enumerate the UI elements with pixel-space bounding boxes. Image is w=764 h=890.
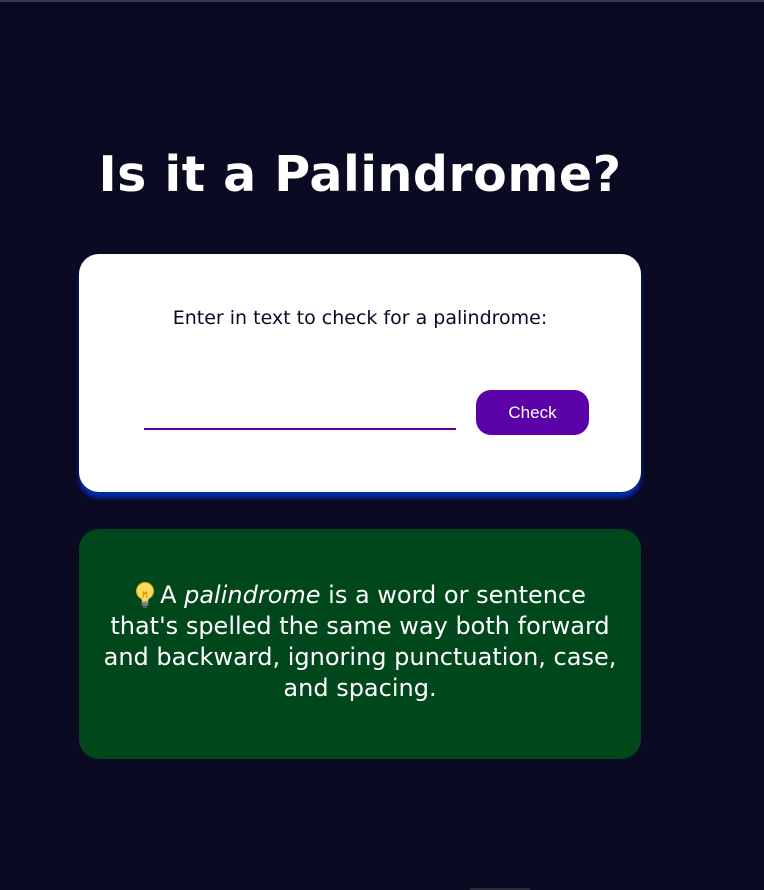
definition-term: palindrome — [184, 581, 321, 609]
palindrome-definition-card: A palindrome is a word or sentence that'… — [79, 529, 641, 759]
lightbulb-icon — [136, 582, 155, 608]
input-label: Enter in text to check for a palindrome: — [172, 307, 548, 329]
palindrome-checker-card: Enter in text to check for a palindrome:… — [79, 254, 641, 492]
window-top-edge — [0, 0, 764, 2]
page-title: Is it a Palindrome? — [98, 146, 622, 203]
check-button[interactable]: Check — [476, 390, 589, 435]
definition-lead: A — [160, 581, 185, 609]
definition-text: A palindrome is a word or sentence that'… — [100, 580, 620, 704]
text-input[interactable] — [144, 402, 456, 430]
